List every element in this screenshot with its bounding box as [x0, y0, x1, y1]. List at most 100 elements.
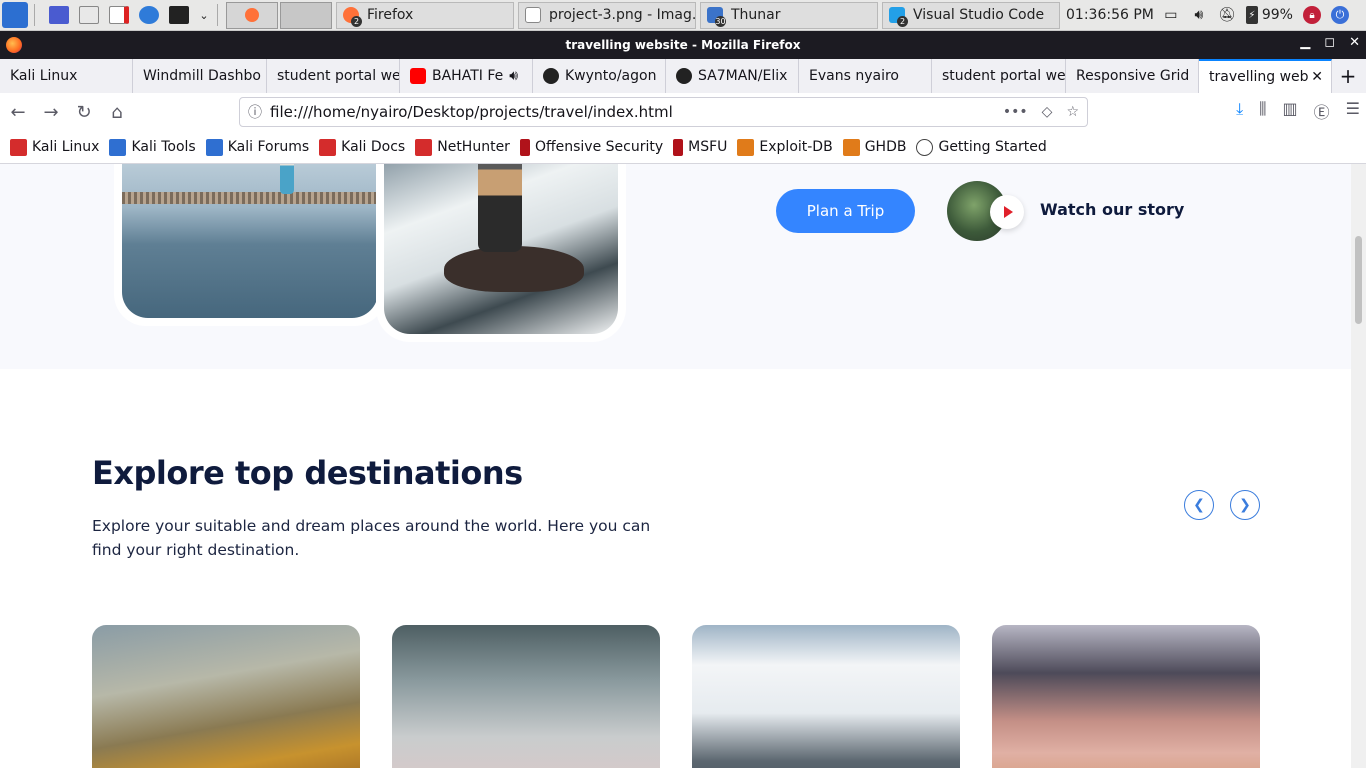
task-vscode[interactable]: 2 Visual Studio Code: [882, 1, 1060, 29]
tab-travelling-website[interactable]: travelling web ✕: [1199, 59, 1332, 93]
kali-icon: [319, 138, 337, 156]
reload-icon[interactable]: ↻: [69, 97, 99, 127]
url-text[interactable]: file:///home/nyairo/Desktop/projects/tra…: [270, 103, 673, 121]
panel-separator: [34, 4, 35, 26]
forward-icon[interactable]: →: [36, 97, 66, 127]
bookmark-msfu[interactable]: MSFU: [673, 138, 727, 156]
clock[interactable]: 01:36:56 PM: [1066, 7, 1154, 23]
browser-globe-icon[interactable]: [137, 3, 161, 27]
close-icon[interactable]: ✕: [1349, 35, 1360, 50]
play-button[interactable]: [990, 195, 1024, 229]
tab-evans[interactable]: Evans nyairo: [799, 59, 932, 93]
library-icon[interactable]: ⫼: [1259, 99, 1266, 123]
tab-bahati[interactable]: BAHATI Fe 🔊︎: [400, 59, 533, 93]
nav-toolbar: ← → ↻ ⌂ ⓘ file:///home/nyairo/Desktop/pr…: [0, 93, 1366, 131]
tab-windmill[interactable]: Windmill Dashbo: [133, 59, 267, 93]
panel-separator: [217, 4, 218, 26]
bookmark-label: Offensive Security: [534, 139, 664, 155]
task-image-viewer[interactable]: project-3.png - Imag...: [518, 1, 696, 29]
downloads-icon[interactable]: ⤓: [1236, 99, 1243, 123]
task-thunar[interactable]: 30 Thunar: [700, 1, 878, 29]
prev-arrow-icon[interactable]: ❮: [1184, 490, 1214, 520]
home-icon[interactable]: ⌂: [102, 97, 132, 127]
window-titlebar: travelling website - Mozilla Firefox ▁ ◻…: [0, 31, 1366, 59]
page-scrollbar[interactable]: [1351, 164, 1366, 768]
lock-icon[interactable]: 🔒︎: [1302, 6, 1321, 24]
bookmark-kali-linux[interactable]: Kali Linux: [10, 138, 100, 156]
offsec-icon: [519, 138, 530, 156]
tab-label: Windmill Dashbo: [143, 68, 261, 84]
bookmark-exploit-db[interactable]: Exploit-DB: [737, 138, 833, 156]
info-icon[interactable]: ⓘ: [240, 102, 270, 122]
exploit-db-icon: [842, 138, 860, 156]
tab-strip: Kali Linux Windmill Dashbo student porta…: [0, 59, 1366, 93]
terminal-icon[interactable]: [167, 3, 191, 27]
task-badge: 2: [897, 15, 908, 27]
chevron-down-icon[interactable]: ⌄: [197, 3, 211, 27]
tab-kali-linux[interactable]: Kali Linux: [0, 59, 133, 93]
file-manager-icon[interactable]: [77, 3, 101, 27]
github-icon: [676, 68, 692, 84]
tab-student-portal[interactable]: student portal we: [267, 59, 400, 93]
pocket-icon[interactable]: ◇: [1042, 104, 1053, 120]
globe-icon: [916, 138, 934, 156]
scrollbar-thumb[interactable]: [1355, 236, 1362, 324]
rock-shape: [444, 246, 584, 292]
offsec-icon: [673, 138, 684, 156]
destination-card[interactable]: [92, 625, 360, 768]
plan-trip-button[interactable]: Plan a Trip: [776, 189, 915, 233]
kali-menu-icon[interactable]: [2, 2, 28, 28]
close-tab-icon[interactable]: ✕: [1311, 69, 1323, 85]
bookmark-kali-docs[interactable]: Kali Docs: [319, 138, 406, 156]
tab-label: student portal we: [942, 68, 1066, 84]
hero-photo-pier: [122, 164, 378, 318]
bookmark-label: Kali Docs: [341, 139, 406, 155]
bookmark-label: Kali Linux: [32, 139, 100, 155]
destination-card[interactable]: [992, 625, 1260, 768]
logout-icon[interactable]: ⏻: [1330, 6, 1349, 24]
destination-card[interactable]: [692, 625, 960, 768]
kali-icon: [205, 138, 223, 156]
bookmark-star-icon[interactable]: ☆: [1066, 104, 1079, 120]
maximize-icon[interactable]: ◻: [1324, 35, 1335, 50]
speaker-icon[interactable]: 🔊︎: [509, 68, 518, 84]
tab-sa7man[interactable]: SA7MAN/Elix: [666, 59, 799, 93]
bookmark-getting-started[interactable]: Getting Started: [916, 138, 1047, 156]
tab-responsive-grid[interactable]: Responsive Grid: [1066, 59, 1199, 93]
bookmark-label: Getting Started: [938, 139, 1047, 155]
next-arrow-icon[interactable]: ❯: [1230, 490, 1260, 520]
bookmark-offensive-security[interactable]: Offensive Security: [519, 138, 664, 156]
task-badge: 30: [715, 15, 726, 27]
account-icon[interactable]: Ⓔ: [1314, 99, 1330, 123]
workspace-2[interactable]: [280, 1, 332, 29]
tab-kwynto[interactable]: Kwynto/agon: [533, 59, 666, 93]
page-actions-icon[interactable]: •••: [1003, 104, 1028, 120]
notifications-muted-icon[interactable]: 🔕︎: [1218, 6, 1236, 24]
tab-label: travelling web: [1209, 69, 1309, 85]
display-icon[interactable]: ▭: [1162, 6, 1180, 24]
sidebar-icon[interactable]: ▥: [1283, 99, 1298, 123]
watch-story-link[interactable]: Watch our story: [1040, 200, 1184, 219]
back-icon[interactable]: ←: [3, 97, 33, 127]
bookmark-kali-forums[interactable]: Kali Forums: [205, 138, 309, 156]
new-tab-icon[interactable]: +: [1332, 64, 1364, 88]
bookmark-nethunter[interactable]: NetHunter: [415, 138, 510, 156]
show-desktop-icon[interactable]: [47, 3, 71, 27]
bookmark-kali-tools[interactable]: Kali Tools: [109, 138, 196, 156]
section-description: Explore your suitable and dream places a…: [92, 517, 651, 559]
hero-photo-frame: [376, 164, 626, 342]
hero-photo-frame: [114, 164, 386, 326]
menu-icon[interactable]: ☰: [1346, 99, 1360, 123]
destination-card[interactable]: [392, 625, 660, 768]
minimize-icon[interactable]: ▁: [1300, 35, 1310, 50]
text-editor-icon[interactable]: [107, 3, 131, 27]
task-firefox[interactable]: 2 Firefox: [336, 1, 514, 29]
pier-shape: [122, 192, 378, 204]
url-bar[interactable]: ⓘ file:///home/nyairo/Desktop/projects/t…: [239, 97, 1088, 127]
task-label: Firefox: [367, 7, 414, 23]
volume-icon[interactable]: 🔊︎: [1190, 6, 1208, 24]
bookmark-ghdb[interactable]: GHDB: [842, 138, 906, 156]
battery-icon[interactable]: ⚡: [1245, 6, 1258, 24]
tab-student-portal-2[interactable]: student portal we: [932, 59, 1066, 93]
workspace-1[interactable]: [226, 1, 278, 29]
